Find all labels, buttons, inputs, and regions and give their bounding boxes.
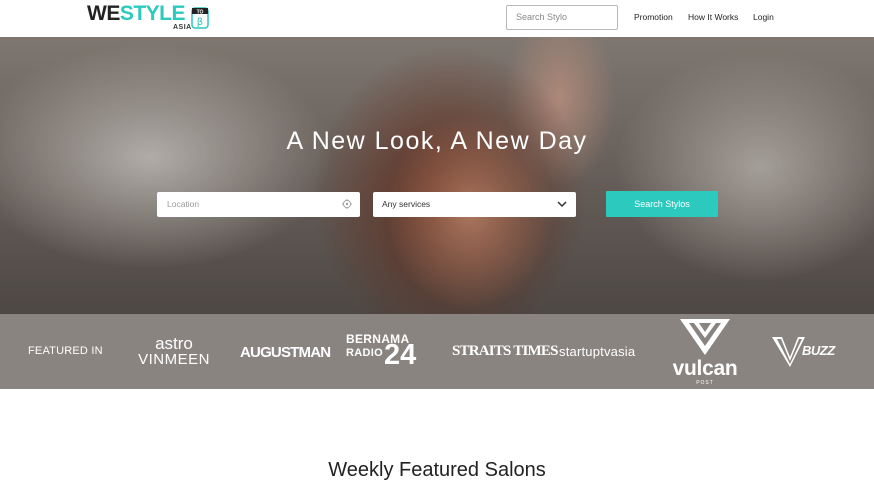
location-input[interactable]: Location (157, 192, 360, 217)
startuptvasia-logo[interactable]: startuptvasia (559, 344, 635, 359)
nav-login[interactable]: Login (753, 12, 774, 22)
services-selected-value: Any services (382, 199, 431, 209)
locate-icon[interactable] (342, 199, 352, 209)
vulcan-post-logo[interactable]: vulcan POST (668, 319, 742, 389)
svg-text:β: β (197, 17, 203, 28)
vbuzz-logo[interactable]: BUZZ (772, 335, 848, 367)
bernama-radio-logo[interactable]: BERNAMA RADIO 24 (346, 332, 426, 372)
vulcan-v-icon (680, 319, 730, 355)
hero-image-overlay (0, 37, 874, 314)
site-header: WESTYLE ASIA TO β Search Stylo Promotion… (0, 0, 874, 37)
weekly-featured-salons-title: Weekly Featured Salons (328, 459, 546, 481)
svg-text:TO: TO (197, 9, 204, 15)
nav-how-it-works[interactable]: How It Works (688, 12, 738, 22)
augustman-logo[interactable]: AUGUSTMAN (240, 344, 331, 361)
astro-vinmeen-logo[interactable]: astro VINMEEN (134, 335, 214, 368)
logo-sub: ASIA (173, 24, 192, 31)
logo-wordmark: WESTYLE (87, 2, 186, 25)
nav-promotion[interactable]: Promotion (634, 12, 673, 22)
beta-badge-icon: TO β (191, 7, 209, 29)
services-select[interactable]: Any services (373, 192, 576, 217)
featured-in-strip: FEATURED IN astro VINMEEN AUGUSTMAN BERN… (0, 314, 874, 389)
location-placeholder: Location (167, 199, 200, 209)
chevron-down-icon (557, 201, 567, 208)
vbuzz-v-icon (772, 337, 805, 367)
straits-times-logo[interactable]: STRAITS TIMES (452, 343, 558, 360)
search-stylos-button[interactable]: Search Stylos (606, 191, 718, 217)
hero-title: A New Look, A New Day (286, 127, 588, 155)
hero-banner: A New Look, A New Day Location Any servi… (0, 37, 874, 314)
westyle-logo[interactable]: WESTYLE ASIA TO β (87, 3, 212, 33)
featured-in-label: FEATURED IN (28, 345, 103, 357)
search-stylo-input[interactable]: Search Stylo (506, 5, 618, 30)
